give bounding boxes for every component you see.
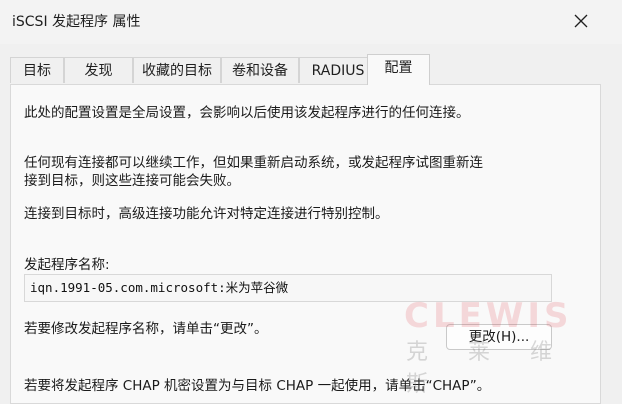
- tab-favorite-targets[interactable]: 收藏的目标: [133, 57, 221, 83]
- tab-discovery[interactable]: 发现: [64, 57, 133, 83]
- change-name-hint: 若要修改发起程序名称，请单击“更改”。: [24, 321, 268, 337]
- watermark-cn: 克莱维斯: [406, 340, 593, 397]
- initiator-name-label: 发起程序名称:: [24, 257, 110, 273]
- advanced-connection-text: 连接到目标时，高级连接功能允许对特定连接进行特别控制。: [24, 206, 389, 222]
- window-title: iSCSI 发起程序 属性: [12, 14, 141, 30]
- tab-radius[interactable]: RADIUS: [299, 57, 377, 83]
- tab-configuration[interactable]: 配置: [367, 54, 430, 85]
- tab-targets[interactable]: 目标: [10, 57, 64, 83]
- tab-strip: 目标 发现 收藏的目标 卷和设备 RADIUS 配置: [10, 54, 610, 85]
- existing-connections-text-line2: 接到目标，则这些连接可能会失败。: [24, 173, 240, 189]
- tab-volumes-devices[interactable]: 卷和设备: [221, 57, 299, 83]
- existing-connections-text-line1: 任何现有连接都可以继续工作，但如果重新启动系统，或发起程序试图重新连: [24, 155, 483, 171]
- close-button[interactable]: [566, 8, 596, 36]
- watermark-en: CLEWIS: [404, 296, 573, 336]
- global-settings-text: 此处的配置设置是全局设置，会影响以后使用该发起程序进行的任何连接。: [24, 105, 470, 121]
- close-icon: [574, 13, 588, 32]
- watermark-logo: CLEWIS 克莱维斯: [398, 296, 622, 397]
- title-bar: iSCSI 发起程序 属性: [0, 0, 622, 44]
